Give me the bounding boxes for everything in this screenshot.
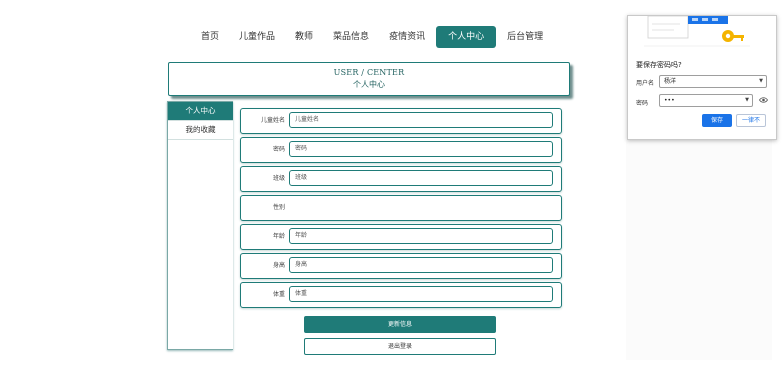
class-label: 班级 [272, 175, 285, 182]
form-row-class: 班级 班级 [240, 166, 562, 192]
weight-label: 体重 [272, 291, 285, 298]
nav-personal-center[interactable]: 个人中心 [436, 26, 497, 48]
background-panel [626, 140, 772, 360]
popup-never-button[interactable]: 一律不 [736, 114, 766, 127]
child-name-label: 儿童姓名 [260, 117, 285, 124]
chevron-down-icon: ▼ [759, 78, 763, 84]
gender-label: 性别 [272, 204, 285, 211]
password-illustration-icon [644, 16, 750, 47]
sidebar: 个人中心 我的收藏 [167, 101, 233, 350]
nav-epidemic-news[interactable]: 疫情资讯 [380, 26, 434, 48]
height-input[interactable]: 身高 [289, 257, 553, 273]
popup-password-value: ••• [664, 97, 675, 104]
page-title-en: USER / CENTER [333, 68, 405, 77]
update-info-button[interactable]: 更新信息 [304, 316, 496, 333]
page-title: 个人中心 [353, 80, 385, 89]
nav-admin[interactable]: 后台管理 [498, 26, 552, 48]
nav-teachers[interactable]: 教师 [286, 26, 322, 48]
form-row-height: 身高 身高 [240, 253, 562, 279]
form-row-child-name: 儿童姓名 儿童姓名 [240, 108, 562, 134]
height-label: 身高 [272, 262, 285, 269]
form-row-gender: 性别 [240, 195, 562, 221]
password-input[interactable]: 密码 [289, 141, 553, 157]
password-label: 密码 [272, 146, 285, 153]
logout-button[interactable]: 退出登录 [304, 338, 496, 355]
form-row-age: 年龄 年龄 [240, 224, 562, 250]
nav-children-works[interactable]: 儿童作品 [230, 26, 284, 48]
popup-username-select[interactable]: 杨洋 ▼ [659, 75, 767, 88]
popup-username-label: 用户名 [636, 80, 655, 87]
nav-home[interactable]: 首页 [192, 26, 228, 48]
sidebar-item-favorites[interactable]: 我的收藏 [168, 121, 233, 140]
nav-dishes[interactable]: 菜品信息 [324, 26, 378, 48]
age-label: 年龄 [272, 233, 285, 240]
top-nav: 首页 儿童作品 教师 菜品信息 疫情资讯 个人中心 后台管理 [192, 26, 554, 48]
popup-password-select[interactable]: ••• ▼ [659, 94, 753, 107]
child-name-input[interactable]: 儿童姓名 [289, 112, 553, 128]
popup-username-value: 杨洋 [664, 78, 677, 85]
popup-password-label: 密码 [636, 100, 649, 107]
save-password-popup: 要保存密码吗? 用户名 杨洋 ▼ 密码 ••• ▼ 保存 一律不 [627, 15, 777, 140]
eye-icon[interactable] [759, 96, 768, 105]
form-row-password: 密码 密码 [240, 137, 562, 163]
page-header: USER / CENTER 个人中心 [168, 62, 570, 96]
class-input[interactable]: 班级 [289, 170, 553, 186]
age-input[interactable]: 年龄 [289, 228, 553, 244]
chevron-down-icon: ▼ [745, 97, 749, 103]
weight-input[interactable]: 体重 [289, 286, 553, 302]
sidebar-item-personal-center[interactable]: 个人中心 [168, 102, 233, 121]
form-row-weight: 体重 体重 [240, 282, 562, 308]
popup-save-button[interactable]: 保存 [702, 114, 732, 127]
popup-title: 要保存密码吗? [636, 61, 682, 69]
